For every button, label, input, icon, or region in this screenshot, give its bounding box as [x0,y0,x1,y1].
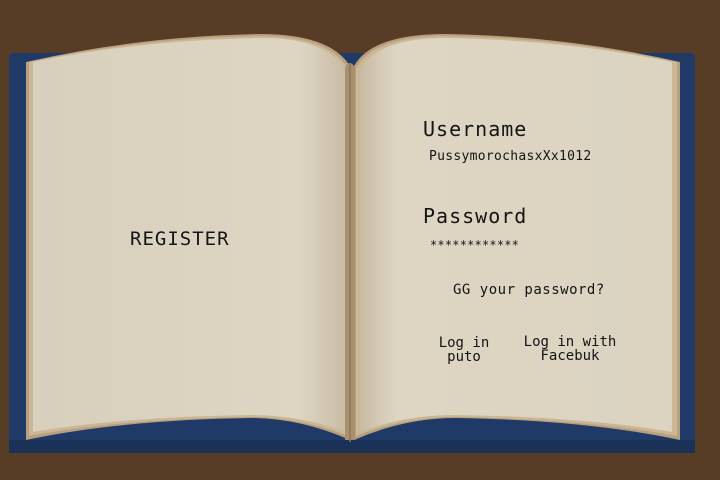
open-book [9,34,695,453]
right-page [360,38,672,432]
game-scene: REGISTER Username PussymorochasxXx1012 P… [0,0,720,480]
username-label: Username [423,117,528,141]
facebook-button-line2: Facebuk [540,348,600,364]
register-button[interactable]: REGISTER [130,228,230,250]
login-button-line1: Log in [438,335,490,351]
password-field[interactable]: ************ [430,238,519,252]
username-field[interactable]: PussymorochasxXx1012 [429,149,592,164]
facebook-button-line1: Log in with [523,334,617,350]
facebook-login-button[interactable]: Log in with Facebuk [522,335,618,363]
login-button[interactable]: Log in puto [432,336,496,364]
forgot-password-link[interactable]: GG your password? [453,282,605,298]
password-label: Password [423,204,528,228]
login-button-line2: puto [447,349,481,365]
